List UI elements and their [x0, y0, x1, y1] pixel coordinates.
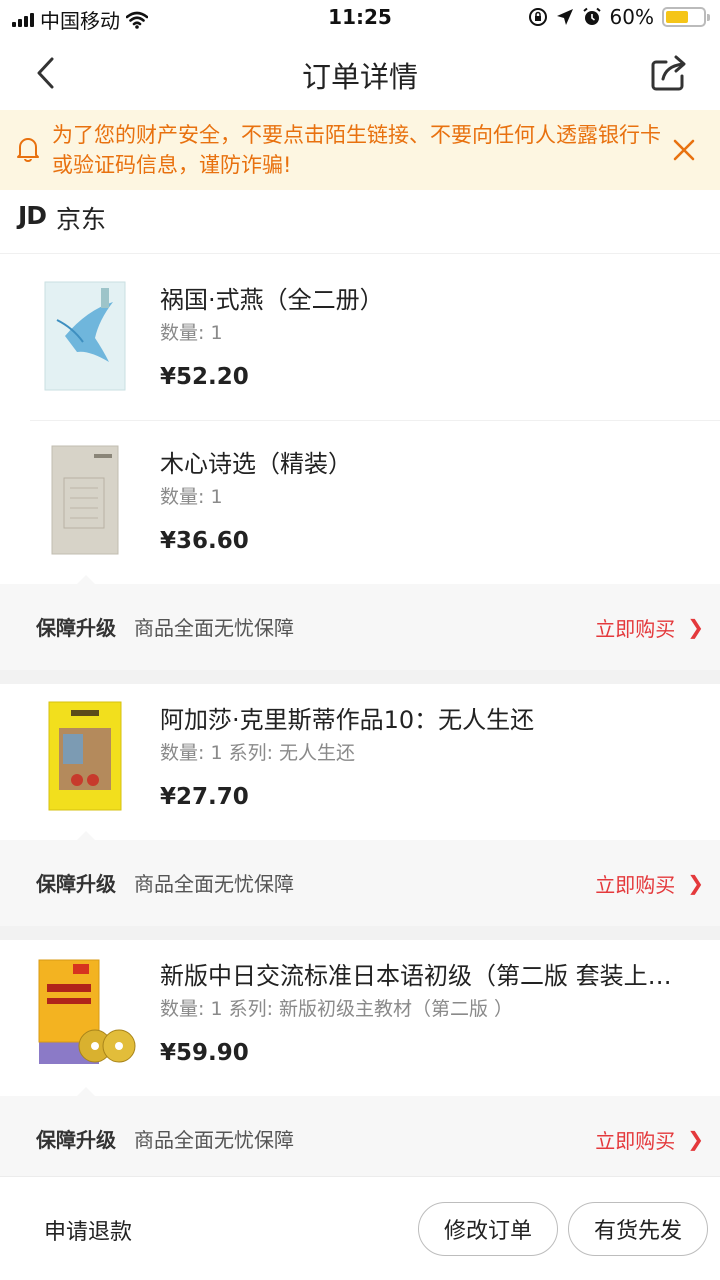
protection-upgrade: 保障升级 商品全面无忧保障 立即购买 ❯ [0, 1087, 720, 1182]
modify-order-button[interactable]: 修改订单 [418, 1202, 558, 1256]
product-price: ¥59.90 [160, 1040, 249, 1066]
product-title: 木心诗选（精装） [160, 450, 352, 478]
protection-description: 商品全面无忧保障 [134, 1128, 294, 1152]
page-title: 订单详情 [301, 60, 418, 94]
buy-now-label: 立即购买 [595, 872, 676, 897]
rotation-lock-icon [528, 8, 547, 26]
chevron-left-icon[interactable] [30, 56, 64, 90]
close-icon[interactable] [672, 138, 696, 162]
buy-now-label: 立即购买 [595, 616, 676, 641]
product-price: ¥52.20 [160, 364, 249, 390]
product-price: ¥36.60 [160, 528, 249, 554]
buy-now-button[interactable]: 立即购买 ❯ [595, 864, 704, 902]
jd-logo: JD [18, 201, 47, 230]
product-quantity: 数量: 1 [160, 486, 223, 508]
chevron-right-icon: ❯ [687, 615, 704, 639]
protection-upgrade: 保障升级 商品全面无忧保障 立即购买 ❯ [0, 831, 720, 926]
book-cover-image [48, 701, 122, 811]
share-icon[interactable] [650, 54, 688, 92]
bell-icon [17, 138, 39, 162]
product-image [30, 276, 140, 396]
nav-bar: 订单详情 [0, 36, 720, 110]
product-row[interactable]: 阿加莎·克里斯蒂作品10：无人生还 数量: 1 系列: 无人生还 ¥27.70 [0, 676, 720, 840]
book-cover-image [51, 445, 119, 555]
book-cover-image [44, 281, 126, 391]
chevron-right-icon: ❯ [687, 1127, 704, 1151]
protection-label: 保障升级 [36, 616, 116, 640]
protection-upgrade: 保障升级 商品全面无忧保障 立即购买 ❯ [0, 575, 720, 670]
protection-label: 保障升级 [36, 872, 116, 896]
buy-now-label: 立即购买 [595, 1128, 676, 1153]
security-warning-text: 为了您的财产安全，不要点击陌生链接、不要向任何人透露银行卡或验证码信息，谨防诈骗… [52, 123, 661, 177]
book-cover-image [38, 959, 136, 1064]
notch-arrow [76, 831, 96, 841]
battery-percent: 60% [609, 5, 654, 29]
product-row[interactable]: 新版中日交流标准日本语初级（第二版 套装上… 数量: 1 系列: 新版初级主教材… [0, 932, 720, 1096]
product-quantity: 数量: 1 系列: 无人生还 [160, 742, 356, 764]
footer-action-bar: 申请退款 修改订单 有货先发 [0, 1176, 720, 1280]
notch-arrow [76, 575, 96, 585]
product-row[interactable]: 木心诗选（精装） 数量: 1 ¥36.60 [0, 420, 720, 584]
product-title: 阿加莎·克里斯蒂作品10：无人生还 [160, 706, 535, 734]
chevron-right-icon: ❯ [687, 871, 704, 895]
product-quantity: 数量: 1 [160, 322, 223, 344]
buy-now-button[interactable]: 立即购买 ❯ [595, 1120, 704, 1158]
product-image [30, 696, 140, 816]
product-image [30, 952, 140, 1072]
shop-header[interactable]: JD 京东 [0, 190, 720, 254]
buy-now-button[interactable]: 立即购买 ❯ [595, 608, 704, 646]
alarm-icon [582, 7, 601, 25]
product-title: 祸国·式燕（全二册） [160, 286, 384, 314]
protection-description: 商品全面无忧保障 [134, 616, 294, 640]
protection-description: 商品全面无忧保障 [134, 872, 294, 896]
ship-in-stock-first-button[interactable]: 有货先发 [568, 1202, 708, 1256]
battery-level [666, 11, 688, 23]
request-refund-button[interactable]: 申请退款 [44, 1214, 132, 1246]
shop-name: 京东 [56, 205, 107, 234]
battery-icon [662, 7, 710, 27]
product-price: ¥27.70 [160, 784, 249, 810]
notch-arrow [76, 1087, 96, 1097]
protection-label: 保障升级 [36, 1128, 116, 1152]
status-bar-right: 60% [528, 5, 710, 29]
security-warning-banner: 为了您的财产安全，不要点击陌生链接、不要向任何人透露银行卡或验证码信息，谨防诈骗… [0, 110, 720, 190]
product-title: 新版中日交流标准日本语初级（第二版 套装上… [160, 962, 672, 990]
product-row[interactable]: 祸国·式燕（全二册） 数量: 1 ¥52.20 [0, 256, 720, 420]
product-image [30, 440, 140, 560]
product-quantity: 数量: 1 系列: 新版初级主教材（第二版 ） [160, 998, 514, 1020]
location-icon [556, 9, 573, 25]
status-bar: 中国移动 11:25 60% [0, 0, 720, 36]
